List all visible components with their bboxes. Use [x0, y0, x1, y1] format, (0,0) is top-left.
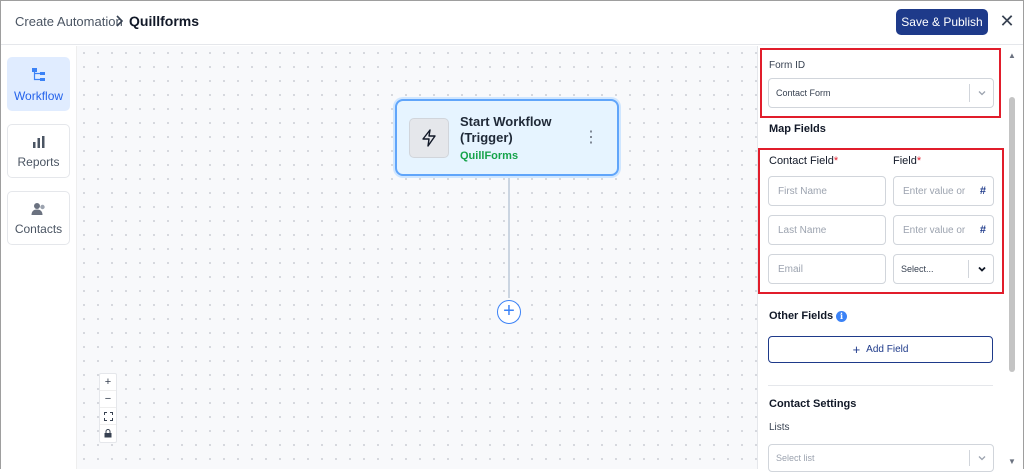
plus-icon: +	[852, 342, 861, 357]
scroll-down-icon[interactable]: ▼	[1007, 457, 1017, 467]
hash-icon[interactable]: #	[980, 185, 986, 197]
sidebar-item-label: Reports	[17, 154, 60, 169]
contacts-icon	[31, 202, 45, 215]
form-id-value: Contact Form	[776, 88, 831, 98]
fit-view-icon[interactable]	[100, 408, 116, 425]
field-value-input[interactable]: Enter value or #	[893, 176, 994, 206]
add-field-label: Add Field	[866, 344, 909, 355]
chevron-down-icon	[978, 266, 986, 272]
zoom-controls: + −	[99, 373, 117, 443]
other-fields-title: Other Fields	[769, 310, 834, 322]
chevron-down-icon	[978, 456, 986, 461]
workflow-icon	[31, 67, 45, 81]
contact-field-input[interactable]: Email	[768, 254, 886, 284]
hash-icon[interactable]: #	[980, 224, 986, 236]
select-value: Select...	[901, 264, 934, 274]
contact-field-input[interactable]: Last Name	[768, 215, 886, 245]
sidebar-item-label: Contacts	[14, 221, 63, 236]
sidebar-item-workflow[interactable]: Workflow	[7, 57, 70, 111]
node-source: QuillForms	[460, 150, 519, 162]
select-divider	[969, 450, 970, 466]
placeholder-text: Last Name	[778, 225, 827, 236]
workflow-canvas[interactable]: Start Workflow (Trigger) QuillForms ⋮ + …	[77, 46, 757, 469]
section-divider	[768, 385, 993, 386]
sidebar-item-reports[interactable]: Reports	[7, 124, 70, 178]
chevron-right-icon	[116, 15, 124, 27]
map-fields-title: Map Fields	[769, 123, 826, 135]
node-title: Start Workflow (Trigger)	[460, 114, 552, 145]
plus-circle-icon[interactable]: +	[497, 300, 521, 324]
placeholder-text: First Name	[778, 186, 827, 197]
placeholder-text: Enter value or	[903, 225, 966, 236]
panel-scrollbar[interactable]: ▲ ▼	[1004, 47, 1020, 469]
trigger-node[interactable]: Start Workflow (Trigger) QuillForms ⋮	[395, 99, 619, 176]
node-connector	[508, 178, 510, 298]
lists-label: Lists	[769, 422, 790, 433]
bar-chart-icon	[32, 135, 44, 148]
breadcrumb-current: Quillforms	[129, 13, 200, 29]
zoom-in-icon[interactable]: +	[100, 374, 116, 391]
lists-select[interactable]: Select list	[768, 444, 994, 472]
left-sidebar: Workflow Reports Contacts	[1, 46, 77, 469]
field-header: Field*	[893, 155, 922, 167]
scrollbar-thumb[interactable]	[1009, 97, 1015, 372]
placeholder-text: Enter value or	[903, 186, 966, 197]
zoom-out-icon[interactable]: −	[100, 391, 116, 408]
select-divider	[968, 260, 969, 278]
breadcrumb-parent[interactable]: Create Automation	[15, 14, 123, 29]
lock-icon[interactable]	[100, 425, 116, 442]
contact-field-header: Contact Field*	[769, 155, 839, 167]
sidebar-item-label: Workflow	[13, 88, 64, 103]
form-id-select[interactable]: Contact Form	[768, 78, 994, 108]
lightning-icon	[409, 118, 449, 158]
top-bar: Create Automation Quillforms Save & Publ…	[1, 1, 1023, 45]
contact-field-input[interactable]: First Name	[768, 176, 886, 206]
contact-settings-title: Contact Settings	[769, 398, 857, 410]
sidebar-item-contacts[interactable]: Contacts	[7, 191, 70, 245]
required-mark: *	[916, 155, 922, 167]
form-id-label: Form ID	[769, 60, 806, 71]
add-field-button[interactable]: + Add Field	[768, 336, 993, 363]
field-value-input[interactable]: Enter value or #	[893, 215, 994, 245]
scroll-up-icon[interactable]: ▲	[1007, 51, 1017, 61]
save-publish-button[interactable]: Save & Publish	[896, 9, 988, 35]
required-mark: *	[833, 155, 839, 167]
app-window: Create Automation Quillforms Save & Publ…	[0, 0, 1024, 472]
info-icon[interactable]: i	[836, 311, 847, 322]
close-icon[interactable]: ✕	[998, 11, 1016, 31]
field-type-select[interactable]: Select...	[893, 254, 994, 284]
kebab-menu-icon[interactable]: ⋮	[583, 129, 599, 147]
select-divider	[969, 84, 970, 102]
placeholder-text: Email	[778, 264, 804, 275]
chevron-down-icon	[978, 91, 986, 96]
lists-placeholder: Select list	[776, 453, 815, 463]
